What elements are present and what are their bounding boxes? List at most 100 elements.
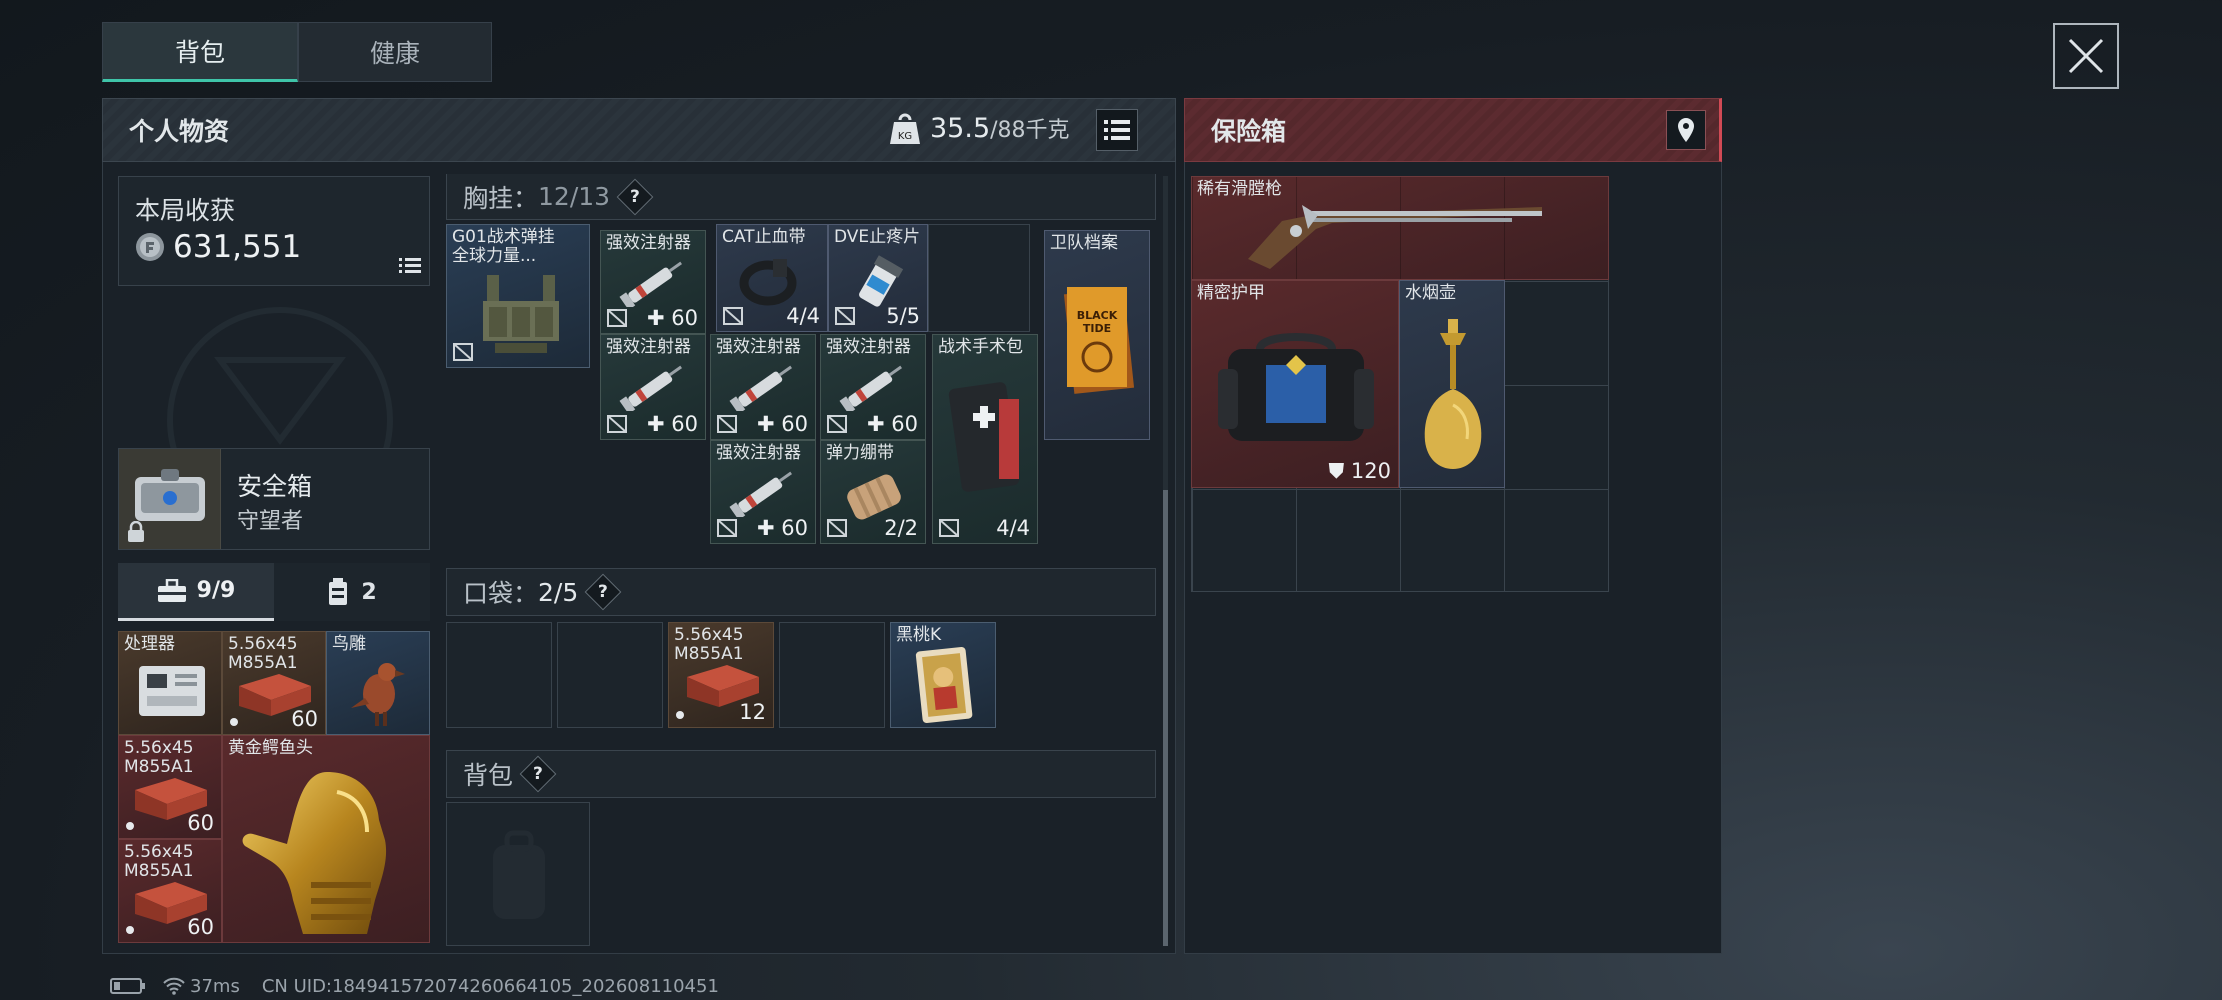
- item-surgical-kit[interactable]: 战术手术包 4/4: [932, 334, 1038, 544]
- health-plus-icon: ✚: [646, 412, 672, 436]
- no-insurance-icon: [717, 415, 737, 433]
- syringe-icon: [619, 365, 682, 411]
- item-king-of-spades[interactable]: 黑桃K: [890, 622, 996, 728]
- item-count: 4/4: [786, 304, 820, 328]
- item-name: 强效注射器: [716, 443, 801, 463]
- safebox-locate-button[interactable]: [1666, 110, 1706, 150]
- item-golden-croc-head[interactable]: 黄金鳄鱼头: [222, 735, 430, 943]
- item-ammo-556-pocket[interactable]: 5.56x45 M855A1 12: [668, 622, 774, 728]
- empty-pocket-slot[interactable]: [779, 622, 885, 728]
- tab-health[interactable]: 健康: [298, 22, 492, 82]
- item-name: 强效注射器: [606, 337, 691, 357]
- document-folder-icon: BLACKTIDE: [1063, 287, 1135, 394]
- harvest-box: 本局收获 631,551: [118, 176, 430, 286]
- empty-pocket-slot[interactable]: [446, 622, 552, 728]
- item-guard-file[interactable]: 卫队档案 BLACK TIDE: [1044, 230, 1150, 440]
- item-hookah[interactable]: 水烟壶: [1399, 280, 1505, 488]
- battery-icon: [110, 978, 145, 994]
- no-insurance-icon: [607, 415, 627, 433]
- empty-backpack-slot[interactable]: [446, 802, 590, 946]
- subtab-gear[interactable]: 2: [274, 563, 430, 621]
- item-name: G01战术弹挂 全球力量...: [452, 227, 555, 266]
- item-stim-2[interactable]: 强效注射器 ✚ 60: [600, 334, 706, 440]
- syringe-icon: [729, 471, 792, 517]
- status-bar: 37ms CN UID:184941572074260664105_202608…: [110, 972, 719, 1000]
- item-name: 强效注射器: [606, 233, 691, 253]
- item-ammo-556[interactable]: 5.56x45 M855A1 60: [118, 735, 222, 839]
- chest-capacity: 12/13: [538, 182, 611, 211]
- tab-backpack[interactable]: 背包: [102, 22, 298, 82]
- list-icon: [1104, 120, 1130, 140]
- item-count: ✚ 60: [756, 516, 808, 540]
- svg-text:BLACK: BLACK: [1077, 309, 1118, 322]
- item-dve-painkiller[interactable]: DVE止疼片 5/5: [828, 224, 928, 332]
- health-plus-icon: ✚: [756, 516, 782, 540]
- list-icon: [399, 258, 421, 273]
- empty-slot[interactable]: [928, 224, 1030, 332]
- processor-icon: [139, 666, 205, 716]
- item-chest-rig-g01[interactable]: G01战术弹挂 全球力量...: [446, 224, 590, 368]
- subtab-storage[interactable]: 9/9: [118, 563, 274, 621]
- item-name: 5.56x45 M855A1: [228, 634, 298, 673]
- question-icon: ?: [533, 764, 543, 784]
- secure-case-sub: 守望者: [237, 509, 304, 534]
- item-count: ✚ 60: [756, 412, 808, 436]
- item-ammo-556[interactable]: 5.56x45 M855A1 60: [222, 631, 326, 735]
- item-stim-1[interactable]: 强效注射器 ✚ 60: [600, 230, 706, 334]
- pockets-capacity: 2/5: [538, 577, 579, 607]
- item-name: 稀有滑膛枪: [1197, 179, 1282, 199]
- inventory-scrollbar[interactable]: [1163, 176, 1168, 946]
- syringe-icon: [839, 365, 902, 411]
- backpack-label: 背包: [463, 761, 514, 790]
- chest-label: 胸挂：: [463, 183, 539, 213]
- item-bird-statue[interactable]: 鸟雕: [326, 631, 430, 735]
- item-elastic-bandage[interactable]: 弹力绷带 2/2: [820, 440, 926, 544]
- close-button[interactable]: [2053, 23, 2119, 89]
- item-name: 鸟雕: [332, 634, 366, 654]
- harvest-detail-button[interactable]: [399, 257, 421, 279]
- item-stim-4[interactable]: 强效注射器 ✚ 60: [820, 334, 926, 440]
- item-ammo-556[interactable]: 5.56x45 M855A1 60: [118, 839, 222, 943]
- musket-icon: [1248, 205, 1542, 269]
- scrollbar-thumb[interactable]: [1163, 490, 1168, 946]
- chest-help-button[interactable]: ?: [616, 178, 654, 215]
- pockets-help-button[interactable]: ?: [584, 573, 622, 611]
- tourniquet-icon: [739, 259, 797, 306]
- sort-list-button[interactable]: [1096, 109, 1138, 151]
- location-pin-icon: [1678, 118, 1694, 142]
- harvest-label: 本局收获: [135, 196, 236, 225]
- item-count: ✚ 60: [646, 412, 698, 436]
- secure-case-slot: [119, 449, 221, 549]
- syringe-icon: [619, 261, 682, 307]
- item-cat-tourniquet[interactable]: CAT止血带 4/4: [716, 224, 828, 332]
- armor-bag-icon: [1218, 333, 1374, 441]
- item-precision-armor[interactable]: 精密护甲 ⛊ 120: [1191, 280, 1399, 488]
- item-processor[interactable]: 处理器: [118, 631, 222, 735]
- secure-case-icon: [135, 469, 205, 521]
- gear-vest-icon: [329, 578, 348, 605]
- subtab-storage-label: 9/9: [196, 578, 236, 603]
- item-name: DVE止疼片: [834, 227, 921, 247]
- item-count: ⛊ 120: [1328, 459, 1391, 483]
- hookah-icon: [1424, 319, 1482, 469]
- item-name: 5.56x45 M855A1: [124, 738, 194, 777]
- item-name: 弹力绷带: [826, 443, 894, 463]
- item-name: 黑桃K: [896, 625, 942, 645]
- no-insurance-icon: [827, 519, 847, 537]
- no-insurance-icon: [723, 307, 743, 325]
- item-stim-3[interactable]: 强效注射器 ✚ 60: [710, 334, 816, 440]
- empty-pocket-slot[interactable]: [557, 622, 663, 728]
- backpack-placeholder-icon: [493, 830, 545, 919]
- item-stim-5[interactable]: 强效注射器 ✚ 60: [710, 440, 816, 544]
- item-name: 强效注射器: [716, 337, 801, 357]
- backpack-help-button[interactable]: ?: [519, 755, 557, 793]
- item-name: 强效注射器: [826, 337, 911, 357]
- pill-bottle-icon: [859, 255, 904, 307]
- item-name: 精密护甲: [1197, 283, 1265, 303]
- item-rare-musket[interactable]: 稀有滑膛枪: [1191, 176, 1609, 280]
- toolbox-icon: [157, 578, 186, 602]
- no-insurance-icon: [607, 309, 627, 327]
- item-name: 5.56x45 M855A1: [674, 625, 744, 664]
- secure-case-row[interactable]: 安全箱 守望者: [118, 448, 430, 550]
- weight-icon: KG: [890, 113, 920, 144]
